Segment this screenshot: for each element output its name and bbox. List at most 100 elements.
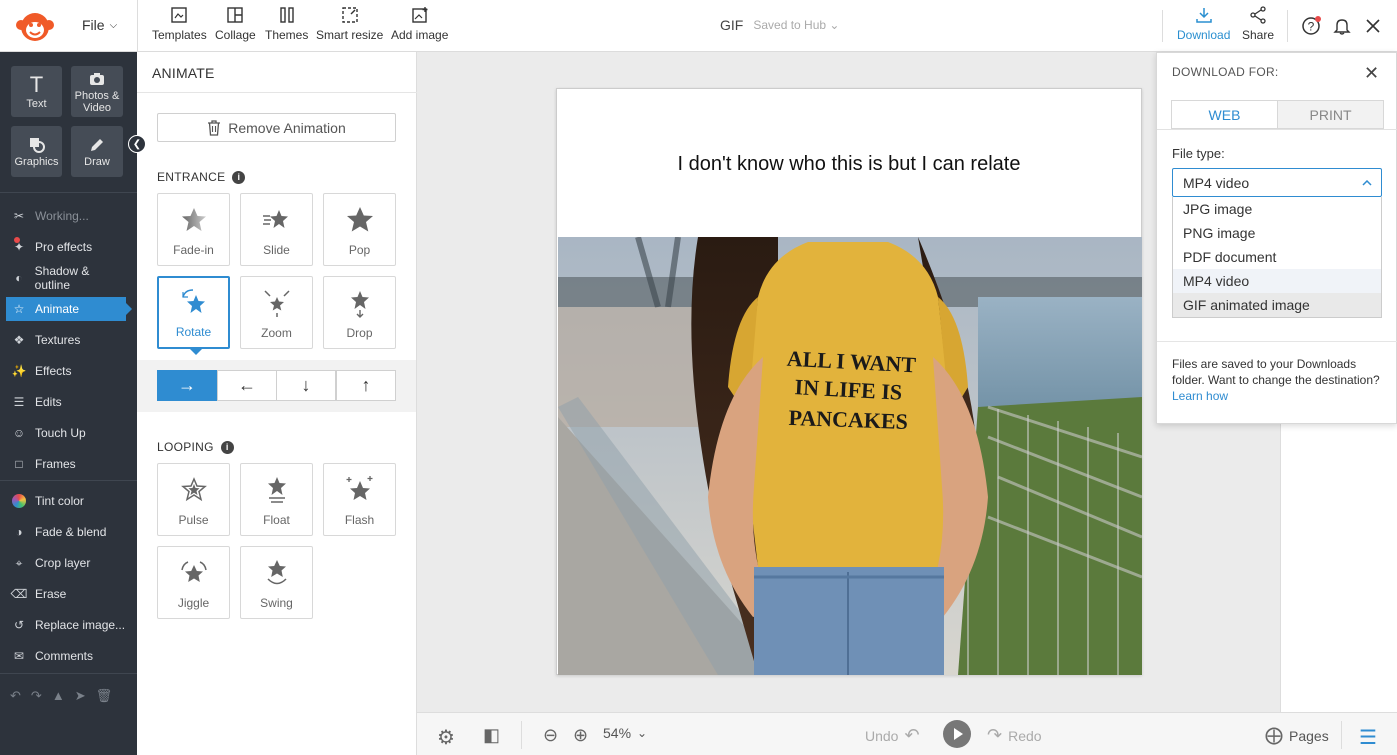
remove-animation-button[interactable]: Remove Animation [157,113,396,142]
collapse-panel-button[interactable]: ❮ [128,135,146,153]
touch-up-icon: ☺ [12,426,26,440]
artboard[interactable]: I don't know who this is but I can relat… [556,88,1142,675]
sidebar-item-label: Animate [35,302,80,316]
document-title[interactable]: GIF Saved to Hub ⌄ [720,17,839,33]
add-image-button[interactable]: Add image [391,6,448,42]
option-mp4[interactable]: MP4 video [1173,269,1381,293]
undo-icon: ↶ [904,725,920,745]
save-status-text: Saved to Hub [753,18,827,32]
sidebar-item-tint-color[interactable]: Tint color [6,489,126,513]
settings-button[interactable]: ⚙ [437,725,455,750]
photo-layer[interactable]: ALL I WANT IN LIFE IS PANCAKES [558,237,1142,675]
play-button[interactable] [942,719,972,749]
tab-web[interactable]: WEB [1172,101,1278,128]
zoom-in-button[interactable]: ⊕ [573,725,588,746]
anim-rotate[interactable]: Rotate [157,276,230,355]
anim-label: Pop [348,243,371,257]
photos-video-button[interactable]: Photos & Video [71,66,123,117]
anim-label: Drop [346,326,373,340]
direction-up-button[interactable]: ↑ [336,370,396,401]
option-gif[interactable]: GIF animated image [1173,293,1381,317]
anim-zoom[interactable]: Zoom [240,276,313,349]
sidebar-item-animate[interactable]: ☆ Animate [6,297,132,321]
option-png[interactable]: PNG image [1173,221,1381,245]
redo-button[interactable]: ↷ Redo [987,725,1042,746]
text-tool-button[interactable]: T Text [11,66,62,117]
layout-button[interactable]: ◧ [483,725,500,746]
sidebar-item-erase[interactable]: ⌫ Erase [6,582,126,606]
direction-left-button[interactable]: ← [217,370,277,401]
anim-fade-in[interactable]: Fade-in [157,193,230,266]
info-icon[interactable]: i [220,440,234,454]
zoom-out-button[interactable]: ⊖ [543,725,558,746]
layers-button[interactable]: ☰ [1359,725,1377,750]
sidebar-item-crop-layer[interactable]: ⌖ Crop layer [6,551,126,575]
close-icon[interactable]: ✕ [1364,63,1379,84]
graphics-button[interactable]: Graphics [11,126,62,177]
anim-drop[interactable]: Drop [323,276,396,349]
anim-flash[interactable]: Flash [323,463,396,536]
redo-icon[interactable]: ↷ [31,688,42,704]
text-tool-label: Text [26,97,47,110]
pages-button[interactable]: ⨁ Pages [1265,725,1329,746]
learn-how-link[interactable]: Learn how [1172,389,1228,403]
headline-text[interactable]: I don't know who this is but I can relat… [557,153,1141,176]
pages-label: Pages [1289,727,1329,744]
anim-label: Fade-in [173,243,214,257]
themes-label: Themes [265,28,309,42]
close-icon[interactable] [1363,16,1383,36]
sidebar-item-replace-image[interactable]: ↺ Replace image... [6,613,126,637]
tab-print[interactable]: PRINT [1278,101,1383,128]
file-menu[interactable]: File ⌵ [82,17,117,33]
sidebar-item-fade-blend[interactable]: ◑ Fade & blend [6,520,126,544]
app-logo-icon[interactable] [10,8,60,44]
bell-icon[interactable] [1332,16,1352,36]
anim-jiggle[interactable]: Jiggle [157,546,230,619]
help-icon[interactable]: ? [1301,16,1321,36]
smart-resize-button[interactable]: Smart resize [316,6,383,42]
anim-swing[interactable]: Swing [240,546,313,619]
top-toolbar: File ⌵ Templates Collage Themes Smart re… [0,0,1397,52]
divider [1287,10,1288,42]
graphics-label: Graphics [14,155,59,168]
zoom-select[interactable]: 54% ⌄ [603,725,647,741]
zoom-value: 54% [603,725,632,741]
divider [0,480,137,481]
edits-icon: ☰ [13,395,25,409]
sidebar-item-label: Pro effects [35,240,93,254]
anim-slide[interactable]: Slide [240,193,313,266]
anim-float[interactable]: Float [240,463,313,536]
option-pdf[interactable]: PDF document [1173,245,1381,269]
file-type-select[interactable]: MP4 video [1172,168,1382,197]
sidebar-item-frames[interactable]: □ Frames [6,452,126,476]
save-status: Saved to Hub ⌄ [753,18,839,32]
sidebar-item-pro-effects[interactable]: ✦ Pro effects [6,235,126,259]
direction-down-button[interactable]: ↓ [276,370,336,401]
undo-icon[interactable]: ↶ [10,688,21,704]
draw-button[interactable]: Draw [71,126,123,177]
sidebar-item-shadow-outline[interactable]: ◐ Shadow & outline [6,264,126,292]
jiggle-icon [180,561,207,582]
direction-right-button[interactable]: → [157,370,217,401]
sidebar-item-label: Comments [35,649,94,663]
trash-icon[interactable]: 🗑 [96,688,113,704]
option-jpg[interactable]: JPG image [1173,197,1381,221]
undo-button[interactable]: Undo ↶ [865,725,920,746]
rotate-icon [181,289,205,313]
themes-button[interactable]: Themes [265,6,308,42]
sidebar-item-touch-up[interactable]: ☺ Touch Up [6,421,126,445]
sidebar-item-edits[interactable]: ☰ Edits [6,390,126,414]
sidebar-item-comments[interactable]: ✉ Comments [6,644,126,668]
sidebar-item-effects[interactable]: ✨ Effects [6,359,126,383]
templates-button[interactable]: Templates [152,6,207,42]
send-icon[interactable]: ➤ [75,688,86,704]
anim-pulse[interactable]: Pulse [157,463,230,536]
divider [137,0,138,52]
info-icon[interactable]: i [232,170,246,184]
collage-button[interactable]: Collage [215,6,256,42]
download-button[interactable]: Download [1177,6,1230,42]
flip-icon[interactable]: ▲ [52,688,65,704]
sidebar-item-textures[interactable]: ❖ Textures [6,328,126,352]
share-button[interactable]: Share [1242,6,1274,42]
anim-pop[interactable]: Pop [323,193,396,266]
